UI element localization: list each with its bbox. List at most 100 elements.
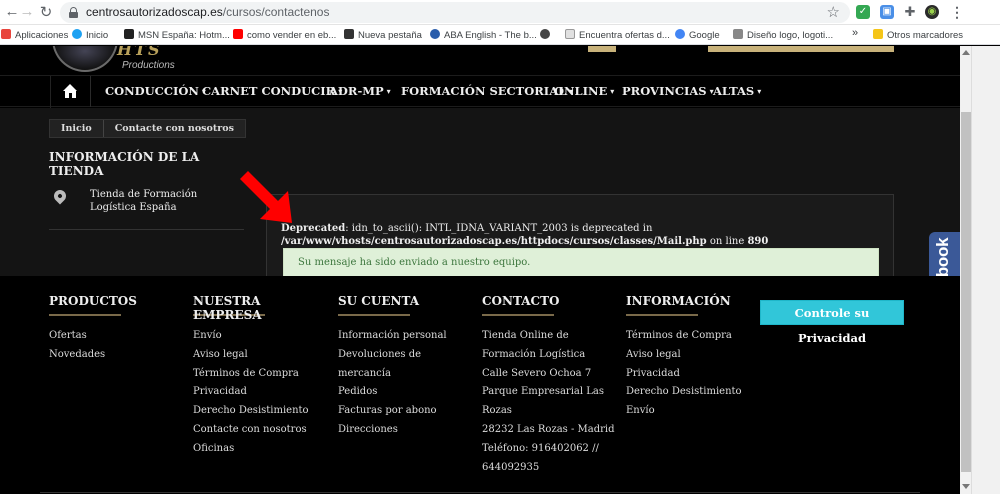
contact-line: Calle Severo Ochoa 7 [482,367,592,379]
red-arrow-annotation [240,171,292,223]
contact-line: 28232 Las Rozas - Madrid [482,423,615,435]
twitter-bird-icon [72,29,82,39]
home-icon [63,84,78,98]
bookmark-item[interactable]: como vender en eb... [233,29,336,41]
privacy-settings-button[interactable]: Controle su Privacidad [760,300,904,345]
browser-menu-icon[interactable]: ⋮ [950,4,964,21]
footer-link[interactable]: Ofertas [49,327,189,346]
contact-line: Tienda Online de [482,330,569,341]
footer-link[interactable]: Pedidos [338,383,478,402]
new-tab-icon [344,29,354,39]
footer-link[interactable]: Facturas por abono [338,402,478,421]
scroll-up-arrow-icon[interactable] [962,50,970,55]
store-info-block: Tienda de Formación Logística España [49,184,244,230]
nav-item-formacion-sectorial[interactable]: FORMACIÓN SECTORIAL ▾ [401,76,573,107]
footer-link[interactable]: Aviso legal [193,346,333,365]
bookmark-item[interactable] [540,29,554,41]
footer-column-nuestra-empresa: NUESTRA EMPRESA Envío Aviso legal Términ… [193,294,333,459]
footer-heading: NUESTRA EMPRESA [193,294,262,322]
breadcrumb-home-link[interactable]: Inicio [50,120,103,137]
header-search-button[interactable] [588,46,616,52]
footer-heading: SU CUENTA [338,294,420,308]
footer-link[interactable]: Privacidad [626,365,766,384]
extension-check-icon[interactable]: ✓ [856,5,870,19]
reload-icon[interactable]: ↻ [37,3,55,21]
aba-english-icon [430,29,440,39]
scroll-down-arrow-icon[interactable] [962,484,970,489]
contact-phone: Teléfono: 916402062 // [482,442,599,454]
deprecated-warning: Deprecated: idn_to_ascii(): INTL_IDNA_VA… [281,223,769,247]
site-logo-subtitle: Productions [122,60,175,71]
bookmark-star-icon[interactable]: ☆ [827,3,840,21]
more-bookmarks-chevron[interactable]: » [852,27,858,39]
other-bookmarks[interactable]: Otros marcadores [873,29,963,41]
bookmarks-bar: Aplicaciones Inicio MSN España: Hotm... … [0,25,1000,45]
breadcrumb: Inicio Contacte con nosotros [49,119,246,138]
footer-link[interactable]: Envío [193,327,333,346]
page-viewport: HTS Productions CONDUCCIÓN ▾ CARNET CONDU… [0,46,960,494]
bookmark-item[interactable]: Encuentra ofertas d... [565,29,670,41]
footer-link[interactable]: Derecho Desistimiento [193,402,333,421]
main-content: Inicio Contacte con nosotros INFORMACIÓN … [0,108,960,295]
chevron-down-icon: ▾ [610,86,615,96]
footer-link[interactable]: Aviso legal [626,346,766,365]
bookmark-item[interactable]: Inicio [72,29,108,41]
address-bar[interactable]: centrosautorizadoscap.es/cursos/contacte… [60,2,850,23]
contact-line: Formación Logística [482,348,586,360]
nav-item-altas[interactable]: ALTAS ▾ [713,76,761,107]
footer-link[interactable]: Privacidad [193,383,333,402]
contact-line: Parque Empresarial Las [482,386,604,398]
logo-design-icon [733,29,743,39]
extension-window-icon[interactable]: ▣ [880,5,894,19]
footer-link[interactable]: Términos de Compra [626,327,766,346]
header-search-field[interactable] [708,46,894,52]
nav-item-online[interactable]: ONLINE ▾ [554,76,614,107]
bookmark-item[interactable]: Aplicaciones [1,29,68,41]
footer-link[interactable]: Novedades [49,346,189,365]
nav-item-conduccion[interactable]: CONDUCCIÓN ▾ [105,76,206,107]
apps-grid-icon [1,29,11,39]
footer-link[interactable]: Información personal [338,327,478,346]
footer-link[interactable]: Derecho Desistimiento [626,383,766,402]
bookmark-item[interactable]: ABA English - The b... [430,29,537,41]
bookmark-item[interactable]: Nueva pestaña [344,29,422,41]
footer-heading: CONTACTO [482,294,560,308]
footer-link[interactable]: Direcciones [338,421,478,440]
main-navigation: CONDUCCIÓN ▾ CARNET CONDUCIR ▾ ADR-MP ▾ FOR… [0,75,960,108]
offers-icon [565,29,575,39]
site-logo-text[interactable]: HTS [117,46,162,59]
nav-home-button[interactable] [51,76,91,107]
footer-heading: INFORMACIÓN [626,294,731,308]
footer-link[interactable]: Contacte con nosotros [193,421,333,440]
contact-phone: 644092935 [482,461,540,473]
youtube-icon [233,29,243,39]
extensions-puzzle-icon[interactable]: ✚ [903,5,917,19]
footer-column-informacion: INFORMACIÓN Términos de Compra Aviso leg… [626,294,766,421]
site-logo-emblem[interactable] [52,46,118,72]
footer-heading: PRODUCTOS [49,294,137,308]
nav-item-adr-mp[interactable]: ADR-MP ▾ [329,76,391,107]
footer-link[interactable]: mercancía [338,365,478,384]
folder-icon [873,29,883,39]
footer-link[interactable]: Términos de Compra [193,365,333,384]
footer-link[interactable]: Oficinas [193,440,333,459]
msn-icon [124,29,134,39]
page-scrollbar[interactable] [960,46,1000,494]
bookmark-item[interactable]: MSN España: Hotm... [124,29,230,41]
bookmark-item[interactable]: Google [675,29,720,41]
site-header: HTS Productions [0,46,960,75]
footer-link[interactable]: Devoluciones de [338,346,478,365]
breadcrumb-current: Contacte con nosotros [102,120,245,137]
nav-item-carnet-conducir[interactable]: CARNET CONDUCIR ▾ [202,76,342,107]
forward-arrow-icon[interactable]: → [18,3,36,20]
url-text[interactable]: centrosautorizadoscap.es/cursos/contacte… [86,5,329,19]
nav-item-provincias[interactable]: PROVINCIAS ▾ [622,76,714,107]
footer-link[interactable]: Envío [626,402,766,421]
footer-column-contacto: CONTACTO Tienda Online de Formación Logí… [482,294,622,477]
google-icon [675,29,685,39]
store-info-title: INFORMACIÓN DE LA TIENDA [49,150,200,178]
profile-avatar[interactable]: ◉ [925,5,939,19]
bookmark-item[interactable]: Diseño logo, logoti... [733,29,833,41]
scroll-thumb[interactable] [961,112,971,472]
lock-icon [69,7,78,18]
